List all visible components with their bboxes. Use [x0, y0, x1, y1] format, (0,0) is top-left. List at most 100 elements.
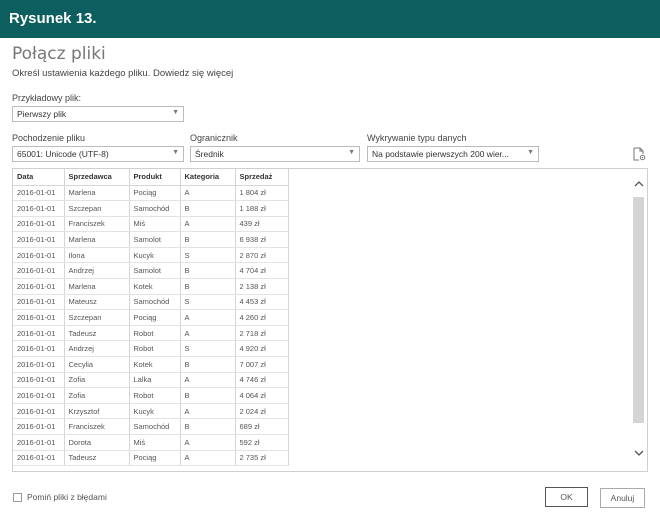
- table-cell: 6 938 zł: [235, 231, 289, 248]
- ok-button[interactable]: OK: [545, 487, 588, 507]
- dialog-subtitle: Określ ustawienia każdego pliku. Dowiedz…: [12, 68, 234, 79]
- table-row: 2016-01-01 Krzysztof Kucyk A 2 024 zł: [13, 403, 289, 420]
- table-cell: Kotek: [129, 278, 181, 295]
- file-origin-label: Pochodzenie pliku: [12, 133, 86, 143]
- table-cell: 2 718 zł: [235, 325, 289, 342]
- table-cell: 2016-01-01: [13, 403, 65, 420]
- table-cell: 2016-01-01: [13, 387, 65, 404]
- table-cell: 2016-01-01: [13, 278, 65, 295]
- delimiter-label: Ogranicznik: [190, 133, 238, 143]
- table-cell: Samolot: [129, 262, 181, 280]
- table-cell: 2016-01-01: [13, 450, 65, 467]
- table-row: 2016-01-01 Tadeusz Robot A 2 718 zł: [13, 325, 289, 342]
- table-cell: Kotek: [129, 356, 181, 373]
- table-cell: B: [180, 200, 236, 217]
- sample-file-dropdown[interactable]: Pierwszy plik ▼: [12, 106, 184, 122]
- table-row: 2016-01-01 Andrzej Robot S 4 920 zł: [13, 340, 289, 358]
- table-cell: 2 138 zł: [235, 278, 289, 295]
- column-header: Sprzedaż: [235, 169, 289, 186]
- table-cell: Kucyk: [129, 247, 181, 264]
- table-cell: 2016-01-01: [13, 262, 65, 280]
- table-cell: Marlena: [64, 278, 130, 295]
- table-row: 2016-01-01 Tadeusz Pociąg A 2 735 zł: [13, 450, 289, 467]
- preview-table: Data Sprzedawca Produkt Kategoria Sprzed…: [13, 169, 289, 467]
- table-cell: Pociąg: [129, 185, 181, 202]
- table-cell: Tadeusz: [64, 325, 130, 342]
- table-cell: Samolot: [129, 231, 181, 248]
- cancel-button[interactable]: Anuluj: [600, 488, 645, 508]
- column-header: Kategoria: [180, 169, 236, 186]
- table-cell: B: [180, 387, 236, 404]
- chevron-down-icon: ▼: [172, 149, 179, 156]
- table-cell: S: [180, 247, 236, 264]
- document-settings-icon[interactable]: [632, 147, 646, 161]
- table-cell: Krzysztof: [64, 403, 130, 420]
- chevron-down-icon: ▼: [172, 109, 179, 116]
- table-cell: 7 007 zł: [235, 356, 289, 373]
- dialog-title: Połącz pliki: [12, 44, 106, 64]
- table-cell: 2016-01-01: [13, 200, 65, 217]
- table-cell: A: [180, 434, 236, 451]
- skip-errors-label: Pomiń pliki z błędami: [27, 492, 107, 502]
- table-cell: Robot: [129, 387, 181, 404]
- table-row: 2016-01-01 Marlena Samolot B 6 938 zł: [13, 231, 289, 248]
- delimiter-value: Średnik: [195, 149, 224, 159]
- table-cell: Szczepan: [64, 309, 130, 326]
- chevron-down-icon[interactable]: [634, 448, 644, 458]
- table-cell: Robot: [129, 340, 181, 358]
- table-cell: 2016-01-01: [13, 309, 65, 326]
- table-cell: Andrzej: [64, 262, 130, 280]
- chevron-up-icon[interactable]: [634, 179, 644, 189]
- table-header-row: Data Sprzedawca Produkt Kategoria Sprzed…: [13, 169, 289, 186]
- file-origin-value: 65001: Unicode (UTF-8): [17, 149, 109, 159]
- table-row: 2016-01-01 Dorota Miś A 592 zł: [13, 434, 289, 451]
- column-header: Produkt: [129, 169, 181, 186]
- table-cell: Samochód: [129, 418, 181, 435]
- table-row: 2016-01-01 Zofia Robot B 4 064 zł: [13, 387, 289, 404]
- table-row: 2016-01-01 Szczepan Pociąg A 4 260 zł: [13, 309, 289, 326]
- table-cell: Zofia: [64, 372, 130, 389]
- table-row: 2016-01-01 Mateusz Samochód S 4 453 zł: [13, 294, 289, 311]
- table-cell: B: [180, 262, 236, 280]
- table-cell: Miś: [129, 434, 181, 451]
- table-cell: 2016-01-01: [13, 185, 65, 202]
- table-cell: Dorota: [64, 434, 130, 451]
- figure-caption: Rysunek 13.: [9, 10, 97, 27]
- table-cell: A: [180, 185, 236, 202]
- table-cell: Kucyk: [129, 403, 181, 420]
- delimiter-dropdown[interactable]: Średnik ▼: [190, 146, 360, 162]
- table-cell: Pociąg: [129, 309, 181, 326]
- table-cell: Miś: [129, 216, 181, 233]
- table-row: 2016-01-01 Zofia Lalka A 4 746 zł: [13, 372, 289, 389]
- scrollbar-thumb[interactable]: [633, 197, 644, 423]
- table-cell: A: [180, 309, 236, 326]
- table-cell: 4 260 zł: [235, 309, 289, 326]
- table-cell: 2016-01-01: [13, 231, 65, 248]
- type-detection-dropdown[interactable]: Na podstawie pierwszych 200 wier... ▼: [367, 146, 539, 162]
- table-cell: Robot: [129, 325, 181, 342]
- table-cell: 689 zł: [235, 418, 289, 435]
- table-cell: 4 920 zł: [235, 340, 289, 358]
- table-cell: Samochód: [129, 200, 181, 217]
- table-cell: 1 188 zł: [235, 200, 289, 217]
- table-cell: B: [180, 231, 236, 248]
- column-header: Data: [13, 169, 65, 186]
- table-cell: A: [180, 403, 236, 420]
- table-cell: 4 064 zł: [235, 387, 289, 404]
- type-detection-label: Wykrywanie typu danych: [367, 133, 467, 143]
- file-origin-dropdown[interactable]: 65001: Unicode (UTF-8) ▼: [12, 146, 184, 162]
- vertical-scrollbar[interactable]: [631, 169, 647, 471]
- chevron-down-icon: ▼: [527, 149, 534, 156]
- table-cell: S: [180, 340, 236, 358]
- table-cell: 2016-01-01: [13, 372, 65, 389]
- table-cell: Szczepan: [64, 200, 130, 217]
- skip-errors-checkbox[interactable]: [13, 493, 22, 502]
- table-cell: 1 804 zł: [235, 185, 289, 202]
- table-cell: 439 zł: [235, 216, 289, 233]
- column-header: Sprzedawca: [64, 169, 130, 186]
- table-cell: Mateusz: [64, 294, 130, 311]
- table-cell: B: [180, 278, 236, 295]
- table-row: 2016-01-01 Ilona Kucyk S 2 870 zł: [13, 247, 289, 264]
- table-cell: A: [180, 450, 236, 467]
- sample-file-value: Pierwszy plik: [17, 109, 67, 119]
